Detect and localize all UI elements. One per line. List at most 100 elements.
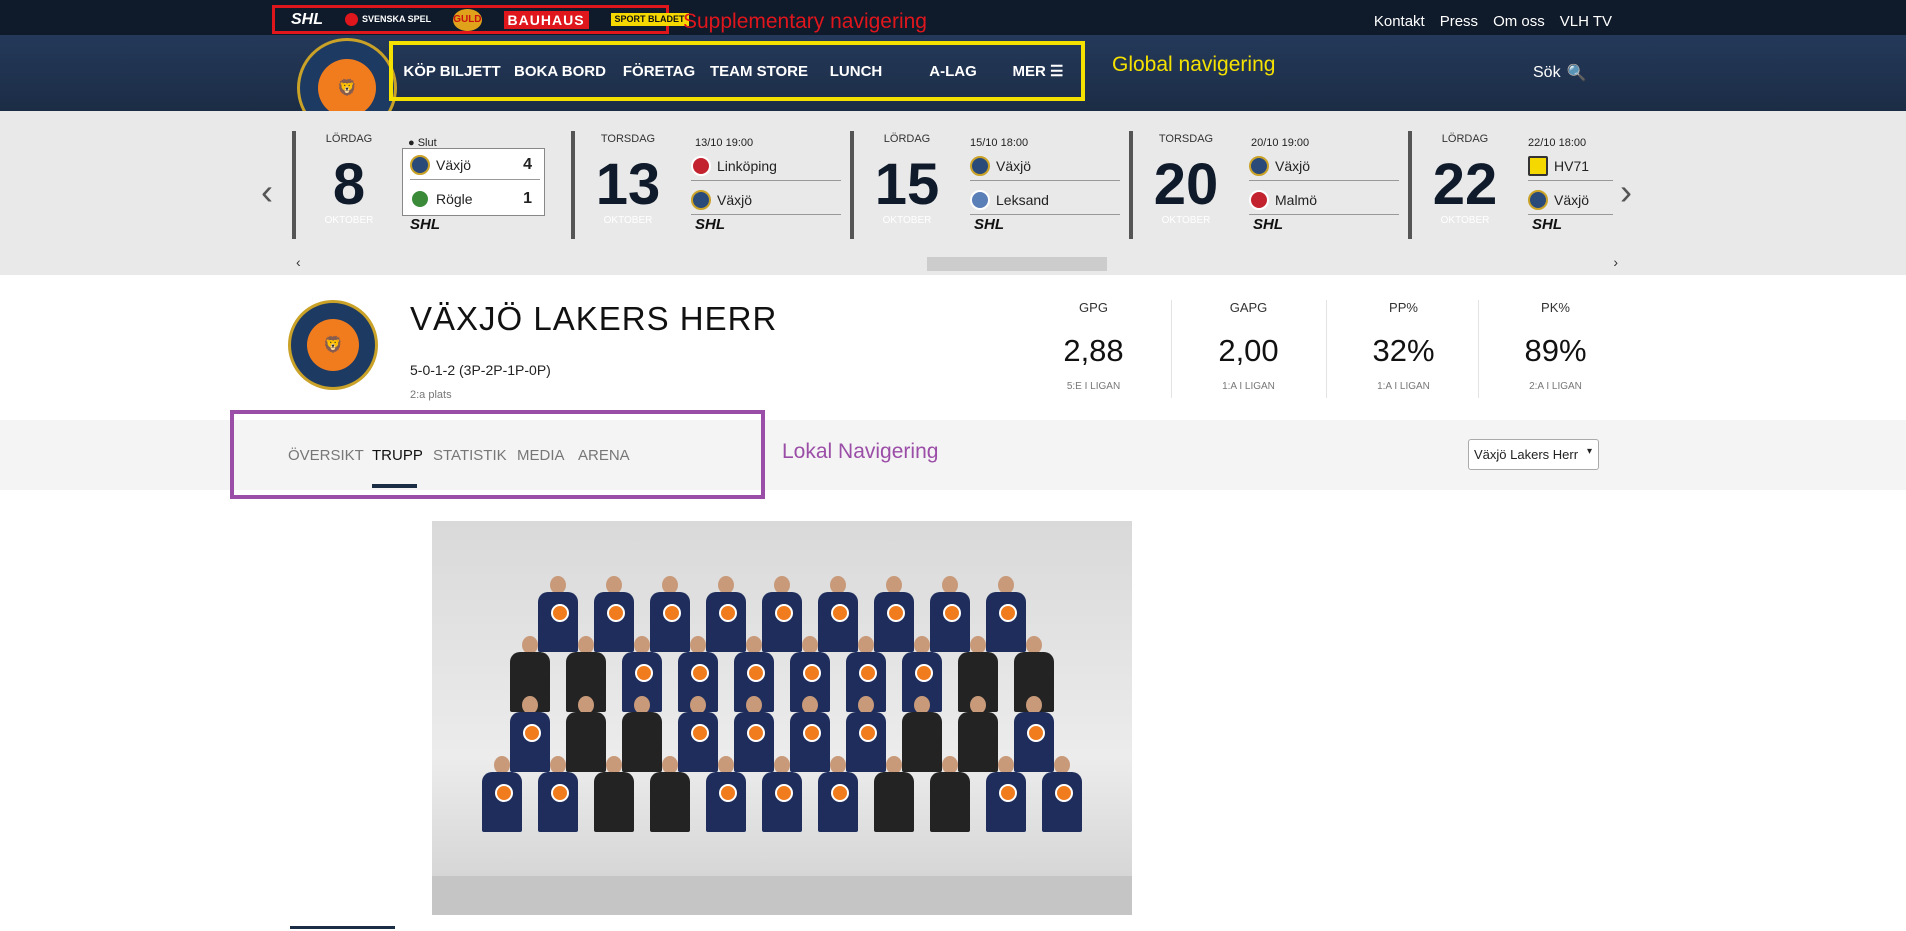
games-scrollbar[interactable]: ‹ ›	[296, 254, 1618, 271]
player-figure	[534, 756, 582, 834]
staff-figure	[926, 756, 974, 834]
lion-icon: 🦁	[317, 58, 377, 118]
league-logo: SHL	[974, 216, 1004, 233]
game-card[interactable]: LÖRDAG 15 OKTOBER 15/10 18:00 Växjö Leks…	[850, 131, 1120, 251]
nav-kop-biljett[interactable]: KÖP BILJETT	[393, 63, 511, 80]
game-divider	[850, 131, 854, 239]
prev-games-arrow[interactable]: ‹	[261, 171, 273, 213]
home-score: 4	[523, 155, 532, 173]
nav-mer[interactable]: MER ☰	[1003, 62, 1073, 80]
scroll-left-icon[interactable]: ‹	[296, 254, 301, 270]
tab-media[interactable]: MEDIA	[517, 447, 565, 464]
stat-pk: PK% 89% 2:A I LIGAN	[1478, 300, 1633, 398]
photo-row	[432, 756, 1132, 834]
home-team: Växjö 4	[410, 150, 540, 180]
game-card[interactable]: LÖRDAG 22 OKTOBER 22/10 18:00 HV71 Växjö…	[1408, 131, 1613, 251]
photo-floor	[432, 876, 1132, 915]
tab-arena[interactable]: ARENA	[578, 447, 630, 464]
game-day: 8	[332, 152, 366, 217]
rogle-icon	[410, 189, 430, 209]
game-card[interactable]: TORSDAG 13 OKTOBER 13/10 19:00 Linköping…	[571, 131, 841, 251]
nav-a-lag[interactable]: A-LAG	[903, 63, 1003, 80]
away-team-name: Växjö	[717, 191, 753, 208]
game-month: OKTOBER	[1161, 215, 1211, 226]
tab-statistik[interactable]: STATISTIK	[433, 447, 507, 464]
game-time: 20/10 19:00	[1251, 137, 1310, 149]
search-icon: 🔍	[1566, 65, 1587, 82]
player-figure	[702, 756, 750, 834]
game-weekday: LÖRDAG	[1441, 133, 1489, 145]
stat-value: 32%	[1372, 333, 1435, 368]
scroll-thumb[interactable]	[927, 257, 1107, 271]
home-team: Linköping	[691, 151, 841, 181]
link-vlh-tv[interactable]: VLH TV	[1560, 13, 1612, 30]
away-team-name: Växjö	[1554, 191, 1590, 208]
game-card[interactable]: TORSDAG 20 OKTOBER 20/10 19:00 Växjö Mal…	[1129, 131, 1399, 251]
league-logo: SHL	[1253, 216, 1283, 233]
leksand-icon	[970, 189, 990, 210]
supplementary-links: Kontakt Press Om oss VLH TV	[1374, 13, 1612, 30]
link-press[interactable]: Press	[1440, 13, 1478, 30]
game-card[interactable]: LÖRDAG 8 OKTOBER ● Slut Växjö 4 Rögle 1 SH…	[292, 131, 562, 251]
nav-boka-bord[interactable]: BOKA BORD	[511, 63, 609, 80]
tab-trupp[interactable]: TRUPP	[372, 447, 423, 464]
home-team: Växjö	[970, 151, 1120, 181]
vaxjo-icon	[1249, 155, 1269, 176]
lion-icon: 🦁	[306, 318, 360, 372]
next-games-arrow[interactable]: ›	[1620, 171, 1632, 213]
game-month: OKTOBER	[1440, 215, 1490, 226]
stat-separator	[1171, 300, 1172, 398]
home-team: Växjö	[1249, 151, 1399, 181]
player-figure	[758, 756, 806, 834]
tab-oversikt[interactable]: ÖVERSIKT	[288, 447, 364, 464]
sponsor-svenska-spel-label: SVENSKA SPEL	[362, 14, 432, 24]
game-divider	[571, 131, 575, 239]
player-figure	[1038, 756, 1086, 834]
stat-rank: 1:A I LIGAN	[1377, 381, 1430, 392]
scroll-right-icon[interactable]: ›	[1613, 254, 1618, 270]
link-kontakt[interactable]: Kontakt	[1374, 13, 1425, 30]
search-label: Sök	[1533, 64, 1561, 81]
search-button[interactable]: Sök 🔍	[1533, 63, 1587, 83]
game-divider	[1129, 131, 1133, 239]
link-om-oss[interactable]: Om oss	[1493, 13, 1545, 30]
nav-lunch[interactable]: LUNCH	[809, 63, 903, 80]
home-team: HV71	[1528, 151, 1613, 181]
sponsor-bauhaus[interactable]: BAUHAUS	[503, 10, 589, 29]
games-strip: ‹ › LÖRDAG 8 OKTOBER ● Slut Växjö 4 Rögle…	[0, 111, 1906, 275]
game-month: OKTOBER	[882, 215, 932, 226]
nav-foretag[interactable]: FÖRETAG	[609, 63, 709, 80]
game-divider	[1408, 131, 1412, 239]
nav-team-store[interactable]: TEAM STORE	[709, 63, 809, 80]
game-weekday: LÖRDAG	[325, 133, 373, 145]
sponsor-guld[interactable]: GULD	[453, 8, 482, 31]
sponsor-shl[interactable]: SHL	[291, 11, 323, 29]
away-team: Malmö	[1249, 185, 1399, 215]
stat-label: PK%	[1541, 300, 1570, 315]
stat-gpg: GPG 2,88 5:E I LIGAN	[1016, 300, 1171, 392]
away-team: Växjö	[1528, 185, 1613, 215]
home-team-name: HV71	[1554, 157, 1590, 174]
staff-figure	[646, 756, 694, 834]
linkoping-icon	[691, 155, 711, 176]
sponsor-svenska-spel[interactable]: SVENSKA SPEL	[345, 13, 431, 26]
game-month: OKTOBER	[603, 215, 653, 226]
stat-separator	[1326, 300, 1327, 398]
team-place: 2:a plats	[410, 389, 452, 401]
away-score: 1	[523, 190, 532, 207]
league-logo: SHL	[1532, 216, 1562, 233]
team-title: VÄXJÖ LAKERS HERR	[410, 300, 778, 337]
away-team-name: Leksand	[996, 191, 1049, 208]
sponsor-sportbladet[interactable]: SPORT BLADET	[610, 13, 689, 26]
team-select[interactable]: Växjö Lakers Herr ▾	[1468, 439, 1599, 470]
game-time: 15/10 18:00	[970, 137, 1029, 149]
stat-label: GPG	[1079, 300, 1108, 315]
home-team-name: Linköping	[717, 157, 777, 174]
home-team-name: Växjö	[1275, 157, 1311, 174]
home-team-name: Växjö	[996, 157, 1032, 174]
stat-gapg: GAPG 2,00 1:A I LIGAN	[1171, 300, 1326, 398]
footer-accent	[290, 926, 395, 929]
hv71-icon	[1528, 155, 1548, 176]
game-month: OKTOBER	[324, 215, 374, 226]
game-day: 15	[874, 152, 940, 217]
